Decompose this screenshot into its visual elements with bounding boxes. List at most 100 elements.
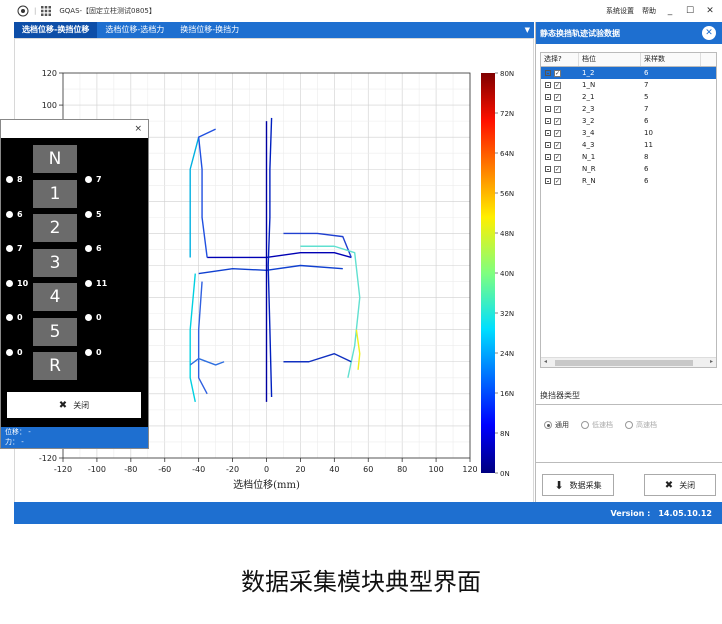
gear-cell: N_1 — [582, 153, 596, 161]
row-checkbox[interactable]: ✓ — [554, 153, 561, 161]
x-tick-label: 40 — [329, 465, 339, 474]
table-row[interactable]: ✓ 1_N 7 — [541, 79, 716, 91]
table-row[interactable]: ✓ 3_4 10 — [541, 127, 716, 139]
x-tick-label: -100 — [88, 465, 106, 474]
data-collect-button[interactable]: ⬇ 数据采集 — [542, 474, 614, 496]
count-value: 0 — [96, 313, 102, 322]
scroll-right-icon[interactable]: ▸ — [710, 358, 713, 365]
tab-select-displacement-force[interactable]: 选档位移-选档力 — [97, 22, 172, 38]
force-label: 力： — [5, 438, 19, 446]
samples-cell: 6 — [644, 117, 649, 125]
gear-cell: 2_1 — [582, 93, 595, 101]
expand-icon[interactable] — [545, 94, 551, 100]
radio-dot — [581, 421, 589, 429]
close-window-button[interactable]: ✕ — [704, 6, 716, 16]
table-row[interactable]: ✓ 1_2 6 — [541, 67, 716, 79]
row-checkbox[interactable]: ✓ — [554, 105, 561, 113]
gear-cell: N_R — [582, 165, 596, 173]
gear-panel-close-icon[interactable]: × — [134, 124, 142, 134]
app-logo-icon — [17, 5, 29, 17]
select-cell: ✓ — [541, 93, 579, 101]
radio-general[interactable]: 通用 — [544, 420, 569, 430]
row-checkbox[interactable]: ✓ — [554, 81, 561, 89]
radio-label: 通用 — [555, 421, 569, 429]
scroll-thumb[interactable] — [555, 360, 693, 366]
gear-box-5: 5 — [33, 317, 77, 346]
expand-icon[interactable] — [545, 154, 551, 160]
close-x-icon: ✖ — [664, 479, 674, 491]
left-count: 0 — [6, 348, 23, 357]
count-value: 7 — [17, 244, 23, 253]
button-label: 关闭 — [73, 400, 90, 410]
samples-cell: 7 — [644, 105, 649, 113]
table-row[interactable]: ✓ R_N 6 — [541, 175, 716, 187]
expand-icon[interactable] — [545, 178, 551, 184]
table-row[interactable]: ✓ 3_2 6 — [541, 115, 716, 127]
y-tick-label: -120 — [39, 454, 57, 463]
count-dot-icon — [85, 348, 92, 356]
close-x-icon: ✖ — [58, 399, 68, 411]
right-panel-title: 静态换挡轨迹试验数据 — [540, 28, 620, 38]
header-samples[interactable]: 采样数 — [641, 53, 701, 66]
samples-cell: 6 — [644, 69, 649, 77]
right-panel: 静态换挡轨迹试验数据 ✕ 选择? 档位 采样数 ✓ 1_2 6 ✓ 1_N 7 ✓ 2_1 5 ✓… — [535, 22, 722, 506]
row-checkbox[interactable]: ✓ — [554, 141, 561, 149]
radio-low-speed[interactable]: 低速档 — [581, 420, 613, 430]
row-checkbox[interactable]: ✓ — [554, 117, 561, 125]
expand-icon[interactable] — [545, 70, 551, 76]
table-row[interactable]: ✓ N_R 6 — [541, 163, 716, 175]
separator: | — [34, 7, 37, 15]
row-checkbox[interactable]: ✓ — [554, 165, 561, 173]
table-row[interactable]: ✓ 2_1 5 — [541, 91, 716, 103]
tab-select-shift-displacement[interactable]: 选档位移-换挡位移 — [14, 22, 98, 38]
y-tick-label: 120 — [42, 69, 57, 78]
version-label: Version : — [610, 508, 651, 518]
download-icon: ⬇ — [554, 478, 564, 492]
row-checkbox[interactable]: ✓ — [554, 93, 561, 101]
horizontal-scrollbar[interactable]: ◂ ▸ — [541, 357, 716, 367]
grid-menu-icon[interactable] — [41, 6, 52, 16]
expand-icon[interactable] — [545, 130, 551, 136]
expand-icon[interactable] — [545, 118, 551, 124]
maximize-button[interactable]: ☐ — [684, 6, 696, 16]
expand-icon[interactable] — [545, 142, 551, 148]
minimize-button[interactable]: _ — [664, 6, 676, 16]
menu-settings[interactable]: 系统设置 — [606, 6, 634, 16]
expand-icon[interactable] — [545, 106, 551, 112]
radio-high-speed[interactable]: 高速档 — [625, 420, 657, 430]
count-dot-icon — [6, 245, 13, 252]
count-dot-icon — [6, 348, 13, 356]
button-label: 关闭 — [679, 480, 696, 490]
tabs-dropdown-icon[interactable]: ▼ — [525, 22, 530, 38]
expand-icon[interactable] — [545, 82, 551, 88]
expand-icon[interactable] — [545, 166, 551, 172]
samples-cell: 8 — [644, 153, 649, 161]
radio-label: 高速档 — [636, 421, 657, 429]
row-checkbox[interactable]: ✓ — [554, 177, 561, 185]
force-row: 力： - — [5, 437, 148, 447]
left-count: 10 — [6, 279, 28, 288]
table-row[interactable]: ✓ N_1 8 — [541, 151, 716, 163]
count-dot-icon — [85, 176, 92, 183]
tab-shift-displacement-force[interactable]: 换挡位移-换挡力 — [172, 22, 247, 38]
left-count: 8 — [6, 175, 23, 184]
gear-panel-titlebar: × — [1, 120, 148, 138]
right-panel-close-icon[interactable]: ✕ — [702, 26, 716, 40]
scroll-left-icon[interactable]: ◂ — [544, 358, 547, 365]
table-row[interactable]: ✓ 2_3 7 — [541, 103, 716, 115]
y-tick-label: 100 — [42, 101, 57, 110]
header-gear[interactable]: 档位 — [579, 53, 641, 66]
radio-dot — [544, 421, 552, 429]
gear-panel-close-button[interactable]: ✖ 关闭 — [7, 392, 141, 418]
menu-help[interactable]: 帮助 — [642, 6, 656, 16]
table-row[interactable]: ✓ 4_3 11 — [541, 139, 716, 151]
right-count: 0 — [85, 348, 102, 357]
count-value: 0 — [17, 347, 23, 357]
header-select[interactable]: 选择? — [541, 53, 579, 66]
row-checkbox[interactable]: ✓ — [554, 69, 561, 77]
close-button[interactable]: ✖ 关闭 — [644, 474, 716, 496]
count-value: 11 — [96, 278, 108, 288]
row-checkbox[interactable]: ✓ — [554, 129, 561, 137]
title-bar: | GQAS-【固定立柱测试0805】 系统设置 帮助 _ ☐ ✕ — [14, 0, 722, 22]
trajectory-trace — [197, 128, 216, 258]
